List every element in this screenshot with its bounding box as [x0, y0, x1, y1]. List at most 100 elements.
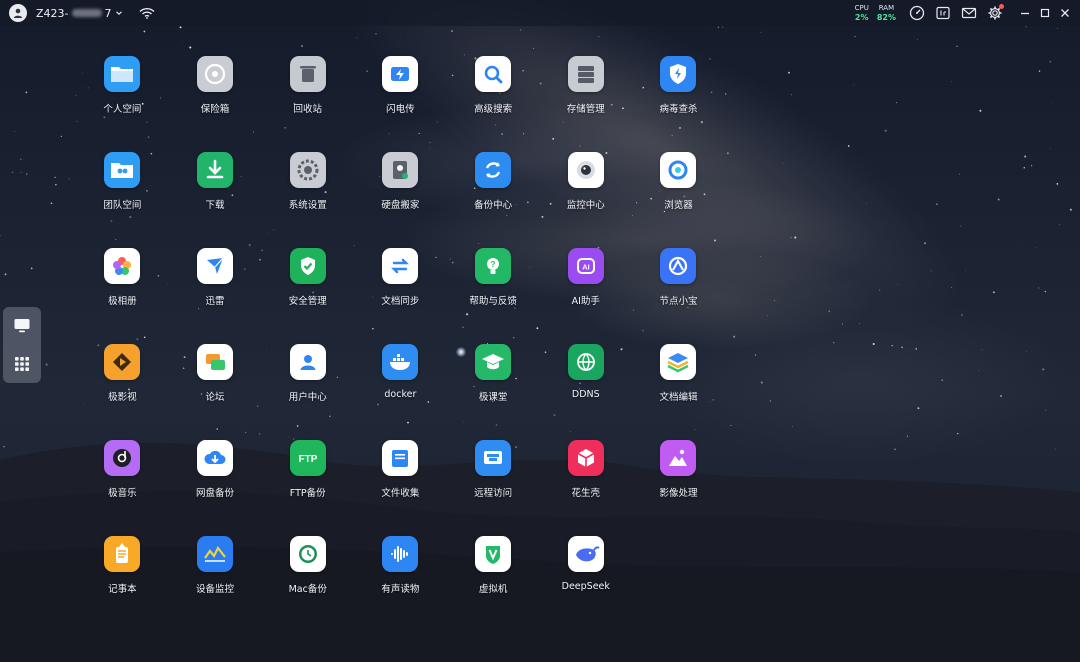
star — [767, 315, 768, 317]
app-label: 影像处理 — [659, 488, 698, 499]
app-file-collect[interactable]: 文件收集 — [354, 440, 447, 536]
app-image-process[interactable]: 影像处理 — [632, 440, 725, 536]
app-label: 网盘备份 — [196, 488, 235, 499]
device-name-prefix: Z423- — [36, 6, 69, 20]
app-label: 团队空间 — [103, 200, 142, 211]
photos-icon — [104, 248, 141, 284]
app-label: 文件收集 — [381, 488, 420, 499]
star — [924, 242, 926, 245]
app-security[interactable]: 安全管理 — [261, 248, 354, 344]
star — [997, 198, 1000, 201]
app-storage[interactable]: 存储管理 — [539, 56, 632, 152]
image-process-icon — [660, 440, 697, 476]
mail-icon[interactable] — [961, 5, 977, 21]
app-label: 节点小宝 — [659, 296, 698, 307]
app-settings-gear[interactable]: 系统设置 — [261, 152, 354, 248]
app-label: DDNS — [571, 389, 600, 400]
app-music[interactable]: 极音乐 — [76, 440, 169, 536]
star — [847, 145, 850, 147]
app-grid-icon[interactable] — [11, 353, 33, 375]
app-video[interactable]: 极影视 — [76, 344, 169, 440]
app-forum[interactable]: 论坛 — [169, 344, 262, 440]
app-download[interactable]: 下载 — [169, 152, 262, 248]
shield-icon — [660, 56, 697, 92]
app-deepseek[interactable]: DeepSeek — [539, 536, 632, 632]
app-team-folder[interactable]: 团队空间 — [76, 152, 169, 248]
storage-icon — [567, 56, 604, 92]
app-sync[interactable]: 文档同步 — [354, 248, 447, 344]
app-audiobook[interactable]: 有声读物 — [354, 536, 447, 632]
app-shield[interactable]: 病毒查杀 — [632, 56, 725, 152]
app-ai-assistant[interactable]: AI AI助手 — [539, 248, 632, 344]
minimize-icon[interactable] — [1018, 6, 1032, 20]
app-peanut-shell[interactable]: 花生壳 — [539, 440, 632, 536]
star — [760, 256, 762, 257]
app-label: 极课堂 — [478, 392, 508, 403]
speedometer-icon[interactable] — [909, 5, 925, 21]
star — [788, 71, 790, 74]
app-notebook[interactable]: 记事本 — [76, 536, 169, 632]
app-virtual-machine[interactable]: 虚拟机 — [447, 536, 540, 632]
star — [915, 348, 917, 350]
star — [1049, 60, 1052, 63]
app-document-edit[interactable]: 文档编辑 — [632, 344, 725, 440]
app-node[interactable]: 节点小宝 — [632, 248, 725, 344]
maximize-icon[interactable] — [1038, 6, 1052, 20]
app-help-bulb[interactable]: ? 帮助与反馈 — [447, 248, 540, 344]
app-mac-backup[interactable]: Mac备份 — [261, 536, 354, 632]
app-device-monitor[interactable]: 设备监控 — [169, 536, 262, 632]
app-ddns[interactable]: DDNS — [539, 344, 632, 440]
video-icon — [104, 344, 141, 380]
app-label: 有声读物 — [381, 584, 420, 595]
app-docker[interactable]: docker — [354, 344, 447, 440]
app-remote-access[interactable]: 远程访问 — [447, 440, 540, 536]
star — [20, 158, 22, 160]
app-camera[interactable]: 监控中心 — [539, 152, 632, 248]
star — [884, 129, 887, 132]
user-icon[interactable] — [9, 4, 27, 22]
star — [917, 407, 920, 410]
app-safe[interactable]: 保险箱 — [169, 56, 262, 152]
app-label: 备份中心 — [474, 200, 513, 211]
app-backup[interactable]: 备份中心 — [447, 152, 540, 248]
star — [978, 369, 980, 371]
gear-icon[interactable] — [987, 4, 1004, 21]
app-label: 下载 — [205, 200, 225, 211]
app-photos[interactable]: 极相册 — [76, 248, 169, 344]
app-label: 回收站 — [293, 104, 322, 115]
app-folder[interactable]: 个人空间 — [76, 56, 169, 152]
app-lightning-transfer[interactable]: 闪电传 — [354, 56, 447, 152]
star — [356, 37, 358, 39]
close-icon[interactable] — [1058, 6, 1072, 20]
app-classroom[interactable]: 极课堂 — [447, 344, 540, 440]
app-label: DeepSeek — [561, 581, 610, 592]
star — [1000, 395, 1002, 397]
star — [1038, 70, 1041, 72]
app-label: AI助手 — [571, 296, 600, 307]
device-name-dropdown[interactable]: Z423- 7 — [36, 7, 123, 20]
cpu-usage[interactable]: CPU 2% — [855, 4, 869, 22]
star — [917, 39, 918, 40]
app-cloud-backup[interactable]: 网盘备份 — [169, 440, 262, 536]
wifi-icon[interactable] — [139, 7, 155, 19]
app-label: 浏览器 — [664, 200, 693, 211]
app-thunder[interactable]: 迅雷 — [169, 248, 262, 344]
ram-usage[interactable]: RAM 82% — [877, 4, 896, 22]
star — [956, 45, 958, 48]
star — [1025, 26, 1027, 28]
app-trash[interactable]: 回收站 — [261, 56, 354, 152]
monitor-icon[interactable] — [11, 315, 33, 337]
app-search[interactable]: 高级搜索 — [447, 56, 540, 152]
app-disk-move[interactable]: 硬盘搬家 — [354, 152, 447, 248]
star — [760, 31, 762, 33]
app-browser[interactable]: 浏览器 — [632, 152, 725, 248]
app-user-center[interactable]: 用户中心 — [261, 344, 354, 440]
star — [733, 335, 736, 338]
star — [941, 379, 943, 381]
app-ftp[interactable]: FTP FTP备份 — [261, 440, 354, 536]
app-label: 监控中心 — [566, 200, 605, 211]
task-icon[interactable] — [935, 5, 951, 21]
star — [979, 109, 982, 112]
star — [1024, 155, 1027, 158]
ai-assistant-icon: AI — [567, 248, 604, 284]
